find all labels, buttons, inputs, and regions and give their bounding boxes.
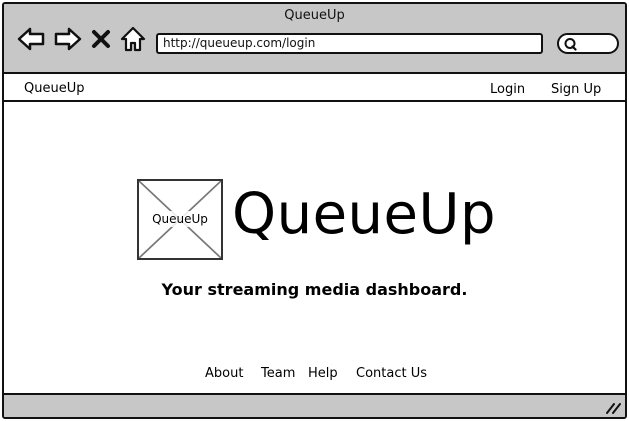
resize-grip-icon[interactable] bbox=[605, 400, 621, 414]
footer-link-contact[interactable]: Contact Us bbox=[356, 366, 427, 381]
status-bar bbox=[4, 393, 625, 417]
hero-title: QueueUp bbox=[232, 182, 497, 247]
hero-tagline: Your streaming media dashboard. bbox=[161, 280, 468, 299]
home-icon bbox=[120, 26, 146, 52]
footer-link-team[interactable]: Team bbox=[261, 366, 295, 381]
login-link[interactable]: Login bbox=[490, 82, 525, 97]
back-button[interactable] bbox=[16, 24, 46, 54]
footer-link-help[interactable]: Help bbox=[308, 366, 338, 381]
signup-link[interactable]: Sign Up bbox=[551, 82, 601, 97]
search-icon bbox=[564, 38, 577, 51]
home-button[interactable] bbox=[118, 24, 148, 54]
close-icon bbox=[92, 30, 110, 48]
logo-image-placeholder: QueueUp bbox=[137, 179, 223, 260]
window-title: QueueUp bbox=[284, 8, 345, 23]
brand-link[interactable]: QueueUp bbox=[24, 81, 84, 96]
forward-button[interactable] bbox=[53, 24, 83, 54]
browser-window: QueueUp http://queueup.com/login QueueUp… bbox=[2, 2, 627, 419]
search-field[interactable] bbox=[557, 33, 619, 54]
forward-arrow-icon bbox=[54, 27, 82, 51]
site-menubar: QueueUp Login Sign Up bbox=[4, 76, 625, 102]
browser-chrome: QueueUp http://queueup.com/login bbox=[4, 4, 625, 74]
footer-link-about[interactable]: About bbox=[205, 366, 243, 381]
back-arrow-icon bbox=[17, 27, 45, 51]
address-bar[interactable]: http://queueup.com/login bbox=[156, 33, 543, 54]
stop-button[interactable] bbox=[90, 24, 112, 54]
logo-label: QueueUp bbox=[139, 211, 221, 227]
